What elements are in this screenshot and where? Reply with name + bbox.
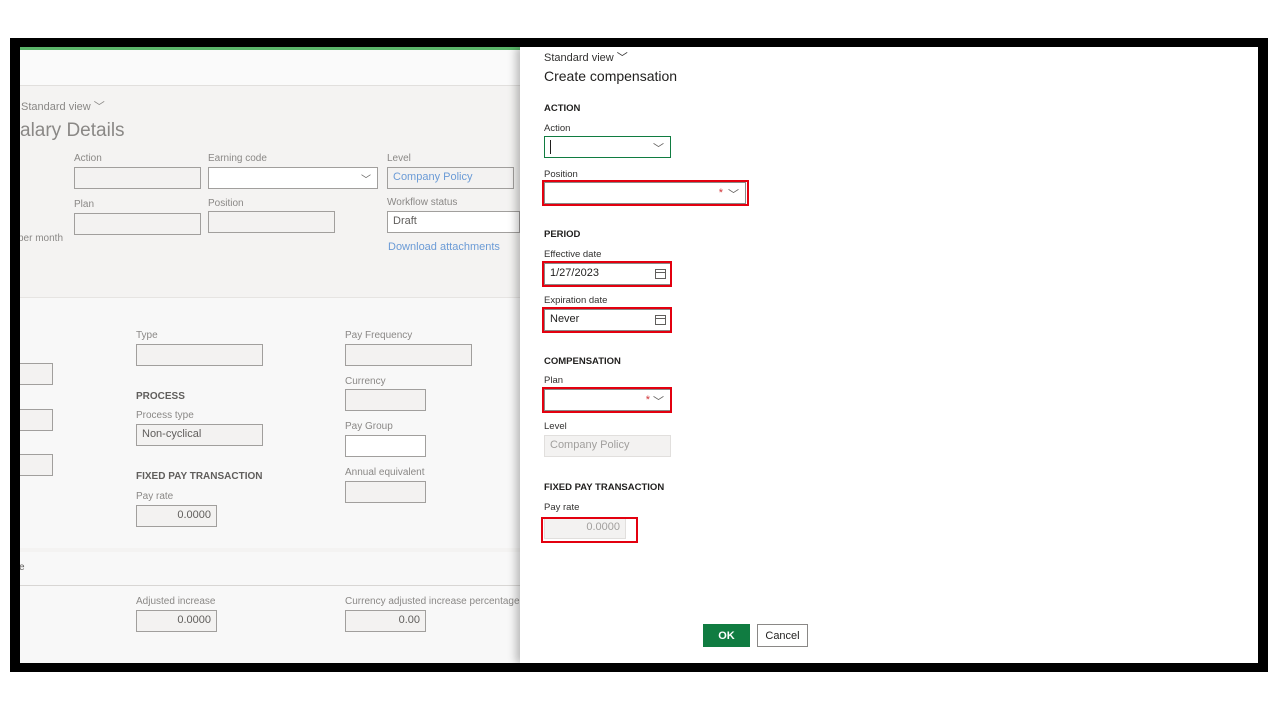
chevron-down-icon: ﹀ [93, 101, 105, 113]
text-cursor [550, 140, 551, 154]
partial-field-2[interactable] [20, 409, 53, 431]
increase-section [20, 552, 520, 663]
period-heading: PERIOD [544, 229, 581, 240]
highlight-box [542, 307, 672, 333]
chevron-down-icon: ﹀ [616, 52, 628, 64]
currency-adjusted-field: 0.00 [345, 610, 426, 632]
action-label: Action [74, 153, 102, 164]
annual-equivalent-field[interactable] [345, 481, 426, 503]
level-field: Company Policy [387, 167, 514, 189]
currency-label: Currency [345, 376, 386, 387]
process-heading: PROCESS [136, 391, 185, 402]
currency-adjusted-label: Currency adjusted increase percentage [345, 596, 520, 607]
cancel-button[interactable]: Cancel [757, 624, 808, 647]
earning-code-select[interactable]: ﹀ [208, 167, 378, 189]
section-fragment: e [20, 562, 25, 573]
earning-code-label: Earning code [208, 153, 267, 164]
pay-frequency-label: Pay Frequency [345, 330, 413, 341]
adjusted-increase-field: 0.0000 [136, 610, 217, 632]
workflow-status-field: Draft [387, 211, 520, 233]
panel-title: Create compensation [544, 68, 678, 84]
action-select[interactable]: ﹀ [544, 136, 671, 158]
position-label: Position [208, 198, 244, 209]
expiration-date-label: Expiration date [544, 295, 608, 306]
level-label: Level [544, 421, 567, 432]
plan-field[interactable] [74, 213, 201, 235]
action-label: Action [544, 123, 571, 134]
adjusted-increase-label: Adjusted increase [136, 596, 216, 607]
chevron-down-icon: ﹀ [361, 175, 371, 186]
plan-label: Plan [74, 199, 95, 210]
view-selector-label: Standard view [21, 101, 91, 113]
pay-group-label: Pay Group [345, 421, 393, 432]
level-label: Level [387, 153, 411, 164]
page-title: alary Details [20, 120, 125, 141]
details-section [20, 297, 520, 548]
highlight-box [542, 387, 672, 413]
workflow-status-label: Workflow status [387, 197, 458, 208]
plan-label: Plan [544, 375, 564, 386]
level-field: Company Policy [544, 435, 671, 457]
highlight-box [541, 517, 638, 543]
pay-rate-field: 0.0000 [136, 505, 217, 527]
pay-rate-label: Pay rate [544, 502, 580, 513]
create-compensation-panel: Standard view ﹀ Create compensation ACTI… [520, 47, 1258, 663]
position-field[interactable] [208, 211, 335, 233]
action-field[interactable] [74, 167, 201, 189]
section-divider [20, 585, 520, 586]
process-type-label: Process type [136, 410, 194, 421]
fixed-pay-heading: FIXED PAY TRANSACTION [136, 471, 263, 482]
panel-view-selector-label: Standard view [544, 52, 614, 64]
position-label: Position [544, 169, 578, 180]
effective-date-label: Effective date [544, 249, 602, 260]
annual-equivalent-label: Annual equivalent [345, 467, 425, 478]
app-screen: Standard view ﹀ alary Details Action Ear… [20, 47, 1258, 663]
ok-button[interactable]: OK [703, 624, 750, 647]
partial-field-1[interactable] [20, 363, 53, 385]
action-heading: ACTION [544, 103, 581, 114]
pay-frequency-field[interactable] [345, 344, 472, 366]
type-field[interactable] [136, 344, 263, 366]
pay-group-field[interactable] [345, 435, 426, 457]
view-selector[interactable]: Standard view ﹀ [21, 98, 105, 114]
compensation-heading: COMPENSATION [544, 356, 621, 367]
partial-field-3[interactable] [20, 454, 53, 476]
panel-view-selector[interactable]: Standard view ﹀ [544, 49, 628, 65]
per-month-label: per month [20, 233, 64, 244]
currency-field[interactable] [345, 389, 426, 411]
highlight-box [542, 261, 672, 287]
background-page: Standard view ﹀ alary Details Action Ear… [20, 47, 520, 663]
pay-rate-label: Pay rate [136, 491, 174, 502]
process-type-field: Non-cyclical [136, 424, 263, 446]
highlight-box [542, 180, 749, 206]
download-attachments-link[interactable]: Download attachments [388, 241, 500, 253]
top-bar [20, 47, 520, 86]
type-label: Type [136, 330, 158, 341]
chevron-down-icon: ﹀ [653, 143, 664, 155]
fixed-pay-heading: FIXED PAY TRANSACTION [544, 482, 665, 493]
